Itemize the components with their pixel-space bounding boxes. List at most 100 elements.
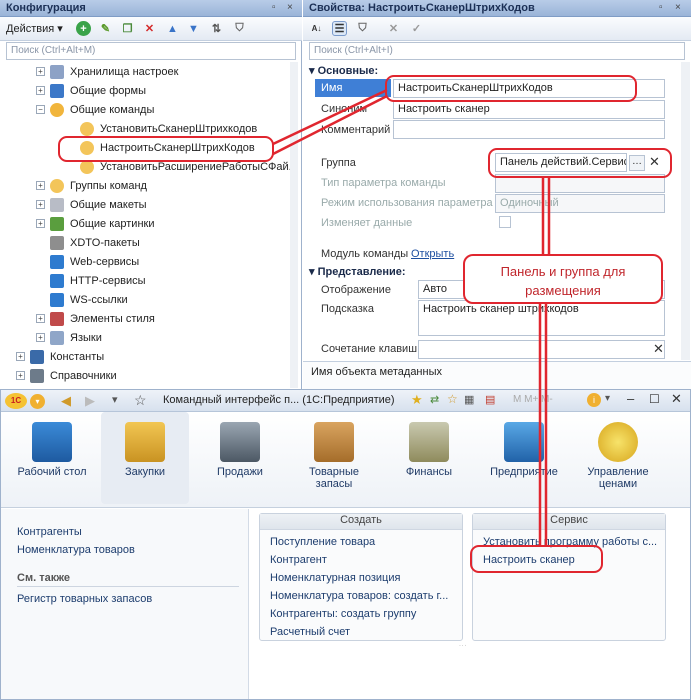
- categories-icon[interactable]: ☰: [332, 21, 347, 36]
- nav-link-counterparties[interactable]: Контрагенты: [17, 526, 82, 538]
- nav-link-inventory-register[interactable]: Регистр товарных запасов: [17, 593, 152, 605]
- create-item[interactable]: Расчетный счет: [270, 626, 350, 638]
- section-view[interactable]: ▾ Представление:: [309, 265, 406, 278]
- section-main[interactable]: ▾ Основные:: [309, 64, 378, 77]
- tree-item[interactable]: WS-ссылки: [0, 290, 128, 309]
- shortcut-clear-icon[interactable]: ✕: [653, 341, 664, 357]
- tree-item[interactable]: + Группы команд: [0, 176, 147, 195]
- filter-icon[interactable]: ⛉: [355, 21, 370, 36]
- section-tab-purchases[interactable]: Закупки: [101, 412, 189, 504]
- star-icon[interactable]: ★: [411, 392, 423, 408]
- section-tab-sales[interactable]: Продажи: [199, 412, 281, 504]
- section-view-label: Представление:: [317, 266, 406, 278]
- memory-icon[interactable]: M M+ M-: [513, 394, 553, 405]
- move-down-icon[interactable]: ▼: [186, 21, 201, 36]
- expander-icon[interactable]: +: [36, 219, 45, 228]
- filter-icon[interactable]: ⛉: [232, 21, 247, 36]
- shortcut-field[interactable]: [418, 340, 665, 359]
- info-icon[interactable]: i: [587, 393, 601, 407]
- create-item[interactable]: Поступление товара: [270, 536, 375, 548]
- nav-link-nomenclature[interactable]: Номенклатура товаров: [17, 544, 135, 556]
- props-search-input[interactable]: Поиск (Ctrl+Alt+I): [309, 42, 685, 60]
- app-logo[interactable]: 1С: [5, 393, 27, 409]
- config-search-input[interactable]: Поиск (Ctrl+Alt+M): [6, 42, 296, 60]
- tree-item[interactable]: + Константы: [0, 347, 104, 366]
- create-item[interactable]: Контрагент: [270, 554, 327, 566]
- props-scrollbar[interactable]: [681, 62, 690, 360]
- calendar-icon[interactable]: ▤: [485, 393, 495, 406]
- expander-icon[interactable]: +: [16, 371, 25, 380]
- section-label: Финансы: [405, 466, 453, 478]
- pin-icon[interactable]: ▫: [272, 2, 276, 13]
- section-label: Предприятие: [490, 466, 558, 478]
- clear-icon[interactable]: ✕: [386, 21, 401, 36]
- section-tab-enterprise[interactable]: Предприятие: [483, 412, 565, 504]
- expander-icon[interactable]: +: [36, 67, 45, 76]
- info-menu-icon[interactable]: ▾: [605, 393, 610, 404]
- close-icon[interactable]: ×: [675, 2, 681, 13]
- prop-changes-data-label: Изменяет данные: [321, 217, 413, 229]
- tree-item[interactable]: + Общие макеты: [0, 195, 147, 214]
- actions-menu[interactable]: Действия ▾: [6, 22, 63, 35]
- history-icon[interactable]: ▾: [112, 393, 118, 406]
- tree-item-label: XDTO-пакеты: [70, 236, 140, 249]
- resize-grip[interactable]: ˙˙˙: [459, 644, 467, 653]
- module-open-link[interactable]: Открыть: [411, 248, 454, 260]
- tree-item[interactable]: + Справочники: [0, 366, 117, 385]
- tree-item[interactable]: + Языки: [0, 328, 102, 347]
- comment-field[interactable]: [393, 120, 665, 139]
- create-item[interactable]: Номенклатурная позиция: [270, 572, 400, 584]
- config-scrollbar[interactable]: [290, 62, 298, 388]
- section-tab-desktop[interactable]: Рабочий стол: [11, 412, 93, 504]
- edit-icon[interactable]: ✎: [98, 21, 113, 36]
- tooltip-field[interactable]: Настроить сканер штрихкодов: [418, 300, 665, 336]
- sort-alpha-icon[interactable]: A↓: [309, 21, 324, 36]
- section-main-label: Основные:: [317, 65, 379, 77]
- tree-item[interactable]: + Хранилища настроек: [0, 62, 178, 81]
- tree-item[interactable]: − Общие команды: [0, 100, 154, 119]
- copy-icon[interactable]: ❐: [120, 21, 135, 36]
- tree-item[interactable]: XDTO-пакеты: [0, 233, 140, 252]
- tree-item[interactable]: + Общие формы: [0, 81, 146, 100]
- close-icon[interactable]: ✕: [671, 391, 682, 407]
- link-icon[interactable]: ⇄: [430, 393, 439, 406]
- delete-icon[interactable]: ✕: [142, 21, 157, 36]
- param-mode-field[interactable]: Одиночный: [495, 194, 665, 213]
- tree-item[interactable]: + Элементы стиля: [0, 309, 155, 328]
- expander-icon[interactable]: +: [36, 200, 45, 209]
- close-icon[interactable]: ×: [287, 2, 293, 13]
- tree-item-label: Языки: [70, 331, 102, 344]
- forward-icon[interactable]: ▶: [85, 393, 95, 409]
- pin-icon[interactable]: ▫: [659, 2, 663, 13]
- app-title: Командный интерфейс п... (1С:Предприятие…: [163, 394, 395, 406]
- favorite-icon[interactable]: ☆: [134, 392, 147, 409]
- tree-item[interactable]: HTTP-сервисы: [0, 271, 146, 290]
- add-icon[interactable]: +: [76, 21, 91, 36]
- expander-icon[interactable]: +: [36, 181, 45, 190]
- synonym-field[interactable]: Настроить сканер: [393, 100, 665, 119]
- section-tab-inventory[interactable]: Товарные запасы: [293, 412, 375, 504]
- expander-icon[interactable]: +: [36, 86, 45, 95]
- expander-icon[interactable]: −: [36, 105, 45, 114]
- expander-icon[interactable]: +: [16, 352, 25, 361]
- create-item[interactable]: Контрагенты: создать группу: [270, 608, 416, 620]
- tree-item[interactable]: + Общие картинки: [0, 214, 155, 233]
- expander-icon[interactable]: +: [36, 314, 45, 323]
- props-search-placeholder: Поиск (Ctrl+Alt+I): [314, 45, 393, 56]
- bookmark-icon[interactable]: ☆: [447, 392, 458, 406]
- move-up-icon[interactable]: ▲: [165, 21, 180, 36]
- status-text: Имя объекта метаданных: [311, 366, 442, 378]
- back-icon[interactable]: ◀: [61, 393, 71, 409]
- minimize-icon[interactable]: –: [627, 391, 634, 406]
- check-icon[interactable]: ✓: [409, 21, 424, 36]
- create-item[interactable]: Номенклатура товаров: создать г...: [270, 590, 448, 602]
- tree-item[interactable]: Web-сервисы: [0, 252, 139, 271]
- changes-data-checkbox[interactable]: [499, 216, 511, 228]
- expander-icon[interactable]: +: [36, 333, 45, 342]
- section-tab-finance[interactable]: Финансы: [388, 412, 470, 504]
- maximize-icon[interactable]: ☐: [649, 392, 660, 406]
- menu-icon[interactable]: ▾: [30, 394, 45, 409]
- section-tab-pricing[interactable]: Управление ценами: [577, 412, 659, 504]
- sort-icon[interactable]: ⇅: [209, 21, 224, 36]
- calculator-icon[interactable]: ▦: [464, 393, 474, 406]
